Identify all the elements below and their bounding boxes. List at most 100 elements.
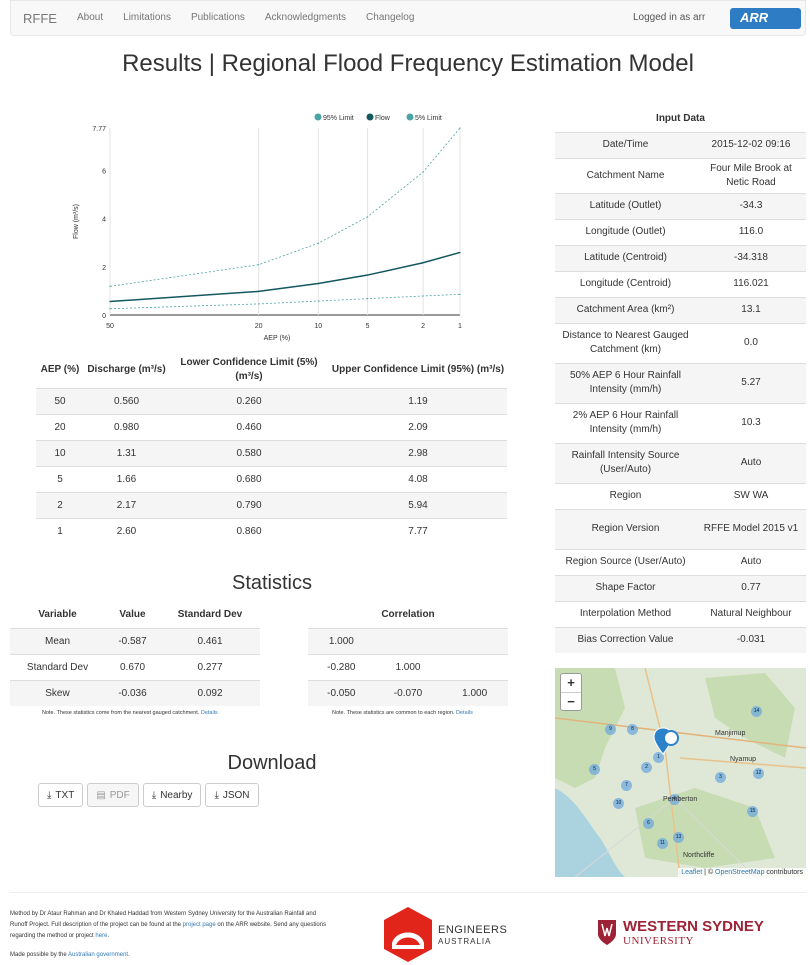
table-row: 10 1.31 0.580 2.98	[36, 440, 507, 467]
col-value: Value	[119, 609, 146, 621]
contact-link[interactable]: here	[95, 933, 107, 939]
table-cell: Four Mile Brook at Netic Road	[696, 157, 806, 193]
osm-link[interactable]: OpenStreetMap	[715, 869, 764, 876]
nav-changelog[interactable]: Changelog	[366, 12, 414, 23]
table-cell: Latitude (Centroid)	[555, 244, 696, 271]
table-cell: Rainfall Intensity Source (User/Auto)	[555, 442, 696, 483]
zoom-out-button[interactable]: −	[561, 692, 581, 710]
table-cell: 20	[36, 414, 84, 441]
gauge-marker[interactable]: 15	[747, 806, 758, 817]
correlation-title: Correlation	[381, 609, 435, 621]
download-nearby-button[interactable]: ⤓ Nearby	[142, 783, 202, 807]
table-row: Catchment Area (km²) 13.1	[555, 296, 806, 323]
table-cell: Latitude (Outlet)	[555, 192, 696, 219]
logged-in-text: Logged in as arr	[633, 12, 706, 23]
gauge-marker[interactable]: 5	[589, 764, 600, 775]
table-cell	[441, 627, 508, 654]
series-line-2	[109, 293, 461, 310]
download-json-button[interactable]: ⤓ JSON	[205, 783, 259, 807]
footer-text: Method by Dr Ataur Rahman and Dr Khaled …	[10, 909, 330, 961]
gauge-marker[interactable]: 6	[643, 818, 654, 829]
nav-acknowledgments[interactable]: Acknowledgments	[265, 12, 346, 23]
table-cell: 0.260	[169, 388, 329, 415]
government-link[interactable]: Australian government	[68, 952, 128, 958]
download-txt-button[interactable]: ⤓ TXT	[38, 783, 84, 807]
table-cell: 13.1	[696, 296, 806, 323]
table-cell: 1.31	[84, 440, 169, 467]
file-icon: ▤	[96, 789, 106, 801]
gauge-marker[interactable]: 11	[657, 838, 668, 849]
stats-details-link[interactable]: Details	[201, 710, 218, 716]
gauge-marker[interactable]: 12	[753, 768, 764, 779]
nav-publications[interactable]: Publications	[191, 12, 245, 23]
legend-marker	[406, 113, 414, 121]
nav-limitations[interactable]: Limitations	[123, 12, 171, 23]
gauge-marker[interactable]: 14	[751, 706, 762, 717]
legend-marker	[314, 113, 322, 121]
x-tick-label: 5	[366, 323, 370, 330]
y-axis-label: Flow (m³/s)	[73, 204, 80, 239]
table-row: 2% AEP 6 Hour Rainfall Intensity (mm/h) 1…	[555, 402, 806, 443]
corr-details-link[interactable]: Details	[456, 710, 473, 716]
table-row: 50 0.560 0.260 1.19	[36, 388, 507, 415]
data-point	[258, 303, 260, 305]
table-cell: Distance to Nearest Gauged Catchment (km…	[555, 322, 696, 363]
data-point	[366, 274, 369, 276]
table-cell: Region	[555, 482, 696, 509]
y-tick-label: 0	[102, 313, 106, 320]
table-cell: 0.580	[169, 440, 329, 467]
project-page-link[interactable]: project page	[183, 922, 216, 928]
table-cell: 1.000	[441, 679, 508, 706]
western-sydney-logo: WESTERN SYDNEY UNIVERSITY	[596, 918, 764, 949]
legend-label: 5% Limit	[415, 115, 442, 122]
col-upper: Upper Confidence Limit (95%) (m³/s)	[331, 364, 505, 375]
table-cell: 0.680	[169, 466, 329, 493]
table-cell: 5.94	[329, 492, 507, 519]
correlation-table: Correlation 1.000 -0.280 1.000 -0.050 -0.070…	[308, 602, 508, 706]
table-cell: 0.092	[160, 679, 260, 706]
download-pdf-button[interactable]: ▤ PDF	[87, 783, 139, 807]
zoom-in-button[interactable]: +	[561, 674, 581, 692]
legend-label: Flow	[375, 115, 391, 122]
statistics-table: Variable Value Standard Dev Mean -0.587 0.…	[10, 602, 260, 706]
footer-divider	[10, 892, 806, 893]
gauge-marker[interactable]: 9	[605, 724, 616, 735]
gauge-marker[interactable]: 7	[621, 780, 632, 791]
catchment-marker-icon[interactable]	[653, 726, 683, 762]
table-cell: Bias Correction Value	[555, 626, 696, 653]
table-row: Catchment Name Four Mile Brook at Netic R…	[555, 157, 806, 193]
gauge-marker[interactable]: 13	[673, 832, 684, 843]
results-table: AEP (%) Discharge (m³/s) Lower Confidenc…	[36, 352, 507, 545]
gauge-marker[interactable]: 8	[627, 724, 638, 735]
x-axis-label: AEP (%)	[264, 335, 291, 342]
table-cell: -0.036	[105, 679, 160, 706]
table-cell: 0.460	[169, 414, 329, 441]
footer-line-1c: .	[107, 933, 110, 939]
arr-logo[interactable]: ARR	[730, 8, 801, 29]
data-point	[258, 290, 260, 293]
map-zoom-control: + −	[560, 673, 582, 711]
table-row: 50% AEP 6 Hour Rainfall Intensity (mm/h)…	[555, 362, 806, 403]
table-cell: 50	[36, 388, 84, 415]
leaflet-link[interactable]: Leaflet	[681, 869, 702, 876]
x-tick-label: 1	[458, 323, 462, 330]
gauge-marker[interactable]: 3	[715, 772, 726, 783]
table-cell: 10	[36, 440, 84, 467]
gauge-marker[interactable]: 2	[641, 762, 652, 773]
nav-about[interactable]: About	[77, 12, 103, 23]
table-row: Longitude (Outlet) 116.0	[555, 218, 806, 245]
gauge-marker[interactable]: 10	[613, 798, 624, 809]
brand-link[interactable]: RFFE	[23, 11, 57, 26]
table-cell: -34.318	[696, 244, 806, 271]
table-cell: Catchment Area (km²)	[555, 296, 696, 323]
download-icon: ⤓	[214, 789, 219, 801]
data-point	[258, 264, 260, 266]
input-data-table: Input Data Date/Time 2015-12-02 09:16 Catc…	[555, 106, 806, 653]
table-cell: 0.77	[696, 574, 806, 601]
x-tick-label: 2	[421, 323, 425, 330]
corr-note: Note. These statistics are common to eac…	[332, 710, 473, 716]
table-row: Region Version RFFE Model 2015 v1	[555, 508, 806, 549]
catchment-map[interactable]: 14 9 8 5 2 1 7 4 3 10 12 13 15 11 6 Manjimup Nyamup Pe…	[555, 668, 806, 877]
json-label: JSON	[222, 789, 250, 801]
map-place-manjimup: Manjimup	[715, 730, 746, 737]
